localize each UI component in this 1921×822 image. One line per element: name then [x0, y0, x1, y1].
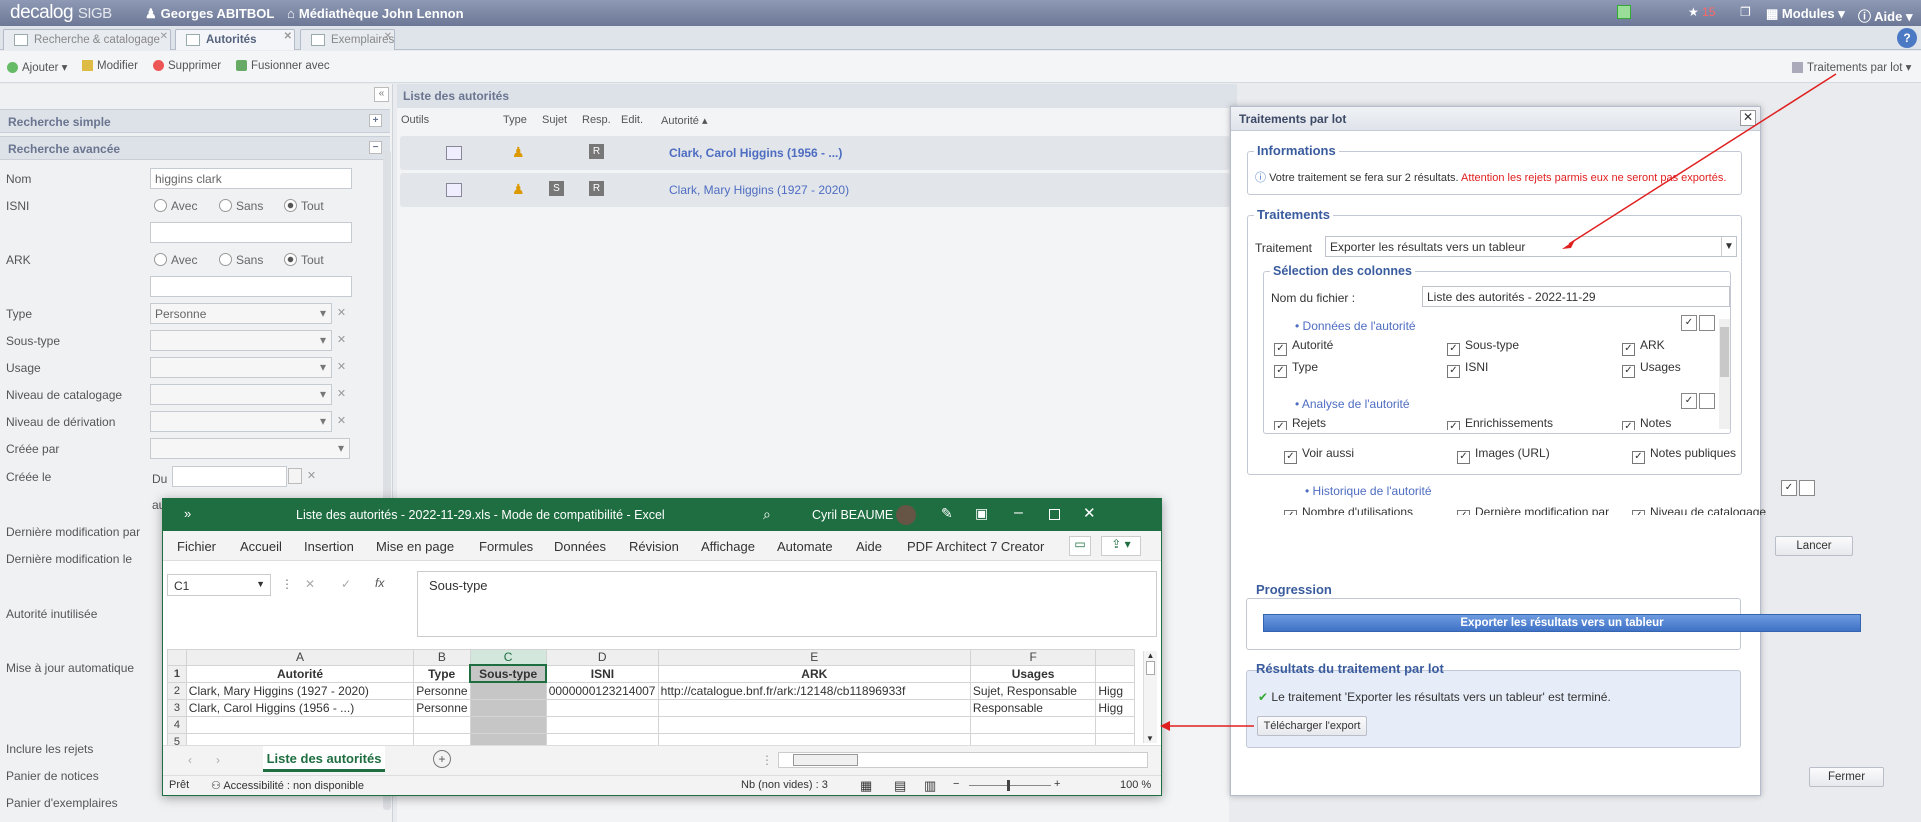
arrow-head	[1562, 240, 1575, 249]
arrow-head	[1160, 721, 1170, 731]
annotation-arrows	[1160, 73, 1837, 731]
arrow-to-treatment	[1568, 73, 1837, 245]
